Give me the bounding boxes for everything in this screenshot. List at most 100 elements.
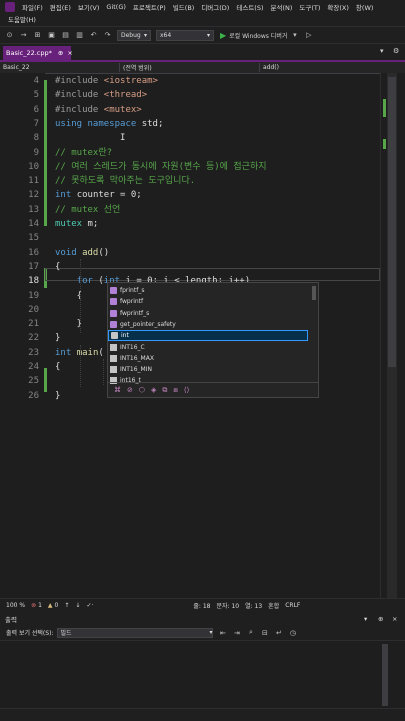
down-arrow-icon[interactable]: ↓ — [75, 602, 80, 609]
new-item-icon[interactable]: ⊞ — [33, 31, 42, 39]
code-line[interactable]: // mutex 선언 — [55, 204, 120, 216]
go-to-previous-icon[interactable]: ⇤ — [218, 629, 227, 637]
code-line[interactable]: using namespace std; — [55, 118, 163, 130]
menu-item[interactable]: 테스트(S) — [236, 2, 263, 12]
code-line[interactable]: { — [55, 261, 60, 273]
completion-item[interactable]: int — [108, 330, 308, 342]
popup-scrollbar[interactable] — [312, 286, 316, 300]
intellisense-popup[interactable]: fprintf_s fwprintf fwprintf_s get_pointer_s… — [107, 282, 319, 398]
completion-filter-icon[interactable]: ⟨⟩ — [184, 386, 189, 394]
code-line[interactable]: void add() — [55, 247, 109, 259]
completion-filter-icon[interactable]: ⧉ — [162, 386, 167, 395]
visual-studio-logo-icon — [5, 2, 15, 12]
code-line[interactable]: } — [55, 390, 60, 402]
start-debug-icon[interactable]: ▶ — [220, 31, 226, 40]
cleanup-icon[interactable]: ✓· — [86, 602, 93, 609]
watch-icon[interactable]: ◷ — [288, 629, 297, 637]
completion-filter-icon[interactable]: ⌘ — [114, 386, 121, 394]
completion-item[interactable]: fwprintf_s — [108, 308, 308, 319]
menu-item[interactable]: 분석(N) — [271, 2, 293, 12]
up-arrow-icon[interactable]: ↑ — [64, 602, 69, 609]
undo-icon[interactable]: ↶ — [89, 31, 98, 39]
tab-basic-22-cpp[interactable]: Basic_22.cpp* ⊕ × — [3, 46, 73, 60]
pin-icon[interactable]: ⊕ — [378, 615, 383, 623]
menu-item[interactable]: 도움말(H) — [8, 14, 36, 24]
menu-item[interactable]: 빌드(B) — [173, 2, 195, 12]
code-line[interactable]: mutex m; — [55, 218, 98, 230]
chevron-down-icon[interactable]: ▾ — [290, 31, 299, 39]
completion-filter-icon[interactable]: ◈ — [151, 386, 156, 394]
menu-item[interactable]: 파일(F) — [22, 2, 43, 12]
editor-scrollbar[interactable] — [380, 73, 405, 598]
line-ending[interactable]: CRLF — [285, 602, 300, 609]
scrollbar-thumb[interactable] — [388, 77, 396, 367]
settings-icon[interactable]: ⚙ — [393, 47, 399, 55]
output-content[interactable] — [0, 640, 405, 709]
play-outline-icon[interactable]: ▷ — [304, 31, 313, 39]
code-line[interactable]: { — [55, 361, 60, 373]
menu-item[interactable]: 도구(T) — [299, 2, 320, 12]
completion-item[interactable]: INT16_MIN — [108, 364, 308, 375]
zoom-level[interactable]: 100 % — [6, 602, 25, 609]
output-source-select[interactable]: 빌드 ▾ — [57, 627, 214, 638]
save-all-icon[interactable]: ▥ — [75, 31, 84, 39]
find-icon[interactable]: ⌕ — [246, 628, 255, 637]
warning-icon[interactable]: ▲ — [48, 602, 53, 609]
code-line[interactable]: // 여러 스레드가 동시에 자원(변수 등)에 접근하지 — [55, 161, 267, 173]
menu-item[interactable]: 보기(V) — [78, 2, 99, 12]
project-dropdown[interactable]: Basic_22 — [0, 63, 120, 72]
code-line[interactable]: } — [55, 318, 82, 330]
completion-filter-icon[interactable]: ⧈ — [173, 386, 177, 395]
platform-select[interactable]: x64 ▾ — [156, 29, 214, 41]
close-icon[interactable]: × — [392, 615, 397, 623]
pin-icon[interactable]: ⊕ — [58, 49, 63, 57]
tab-list-icon[interactable]: ▾ — [380, 47, 384, 55]
code-line[interactable]: #include <mutex> — [55, 104, 142, 116]
whitespace-mode[interactable]: 혼합 — [268, 601, 279, 610]
word-wrap-icon[interactable]: ↵ — [274, 629, 283, 637]
back-icon[interactable]: ⊙ — [5, 31, 14, 39]
code-token: #include — [55, 76, 104, 86]
code-line[interactable]: #include <iostream> — [55, 75, 158, 87]
menu-item[interactable]: 편집(E) — [50, 2, 71, 12]
completion-item[interactable]: INT16_C — [108, 342, 308, 353]
menu-item[interactable]: 프로젝트(P) — [133, 2, 166, 12]
scope-dropdown[interactable]: (전역 범위) — [120, 63, 260, 72]
code-line[interactable]: I — [55, 132, 125, 144]
completion-filter-icon[interactable]: ⬡ — [139, 386, 145, 394]
open-folder-icon[interactable]: ▣ — [47, 31, 56, 39]
clear-all-icon[interactable]: ⊟ — [260, 629, 269, 637]
completion-filter-icon[interactable]: ⊘ — [127, 386, 133, 394]
code-line[interactable]: } — [55, 332, 60, 344]
save-icon[interactable]: ▤ — [61, 31, 70, 39]
redo-icon[interactable]: ↷ — [103, 31, 112, 39]
completion-filter-bar: ⌘ ⊘ ⬡ ◈ ⧉ ⧈ ⟨⟩ — [108, 382, 318, 397]
chevron-down-icon[interactable]: ▾ — [364, 615, 367, 623]
run-debugger-button[interactable]: 로컬 Windows 디버거 — [229, 31, 287, 40]
completion-item[interactable]: fprintf_s — [108, 285, 308, 296]
completion-item[interactable]: fwprintf — [108, 296, 308, 307]
member-dropdown[interactable]: add() — [260, 63, 390, 72]
output-scrollbar[interactable] — [382, 644, 388, 706]
forward-icon[interactable]: → — [19, 31, 28, 39]
code-token: // 여러 스레드가 동시에 자원(변수 등)에 접근하지 — [55, 161, 267, 172]
error-icon[interactable]: ⊗ — [31, 602, 36, 609]
menu-item[interactable]: Git(G) — [106, 3, 126, 11]
function-icon — [110, 320, 117, 328]
code-line[interactable]: // mutex란? — [55, 147, 112, 159]
code-token: #include — [55, 90, 104, 101]
menu-item[interactable]: 창(W) — [356, 2, 373, 12]
code-line[interactable]: // 못하도록 막아주는 도구입니다. — [55, 175, 195, 187]
go-to-next-icon[interactable]: ⇥ — [232, 629, 241, 637]
completion-item[interactable]: get_pointer_safety — [108, 319, 308, 330]
configuration-select[interactable]: Debug ▾ — [117, 29, 151, 41]
menu-item[interactable]: 디버그(D) — [201, 2, 229, 12]
close-icon[interactable]: × — [67, 49, 72, 57]
indent-guide — [103, 359, 104, 385]
code-token: <mutex> — [103, 104, 142, 115]
code-line[interactable]: #include <thread> — [55, 89, 147, 101]
code-line[interactable]: int counter = 0; — [55, 189, 142, 201]
code-line[interactable]: { — [55, 290, 82, 302]
completion-item[interactable]: INT16_MAX — [108, 353, 308, 364]
menu-item[interactable]: 확장(X) — [327, 2, 349, 12]
